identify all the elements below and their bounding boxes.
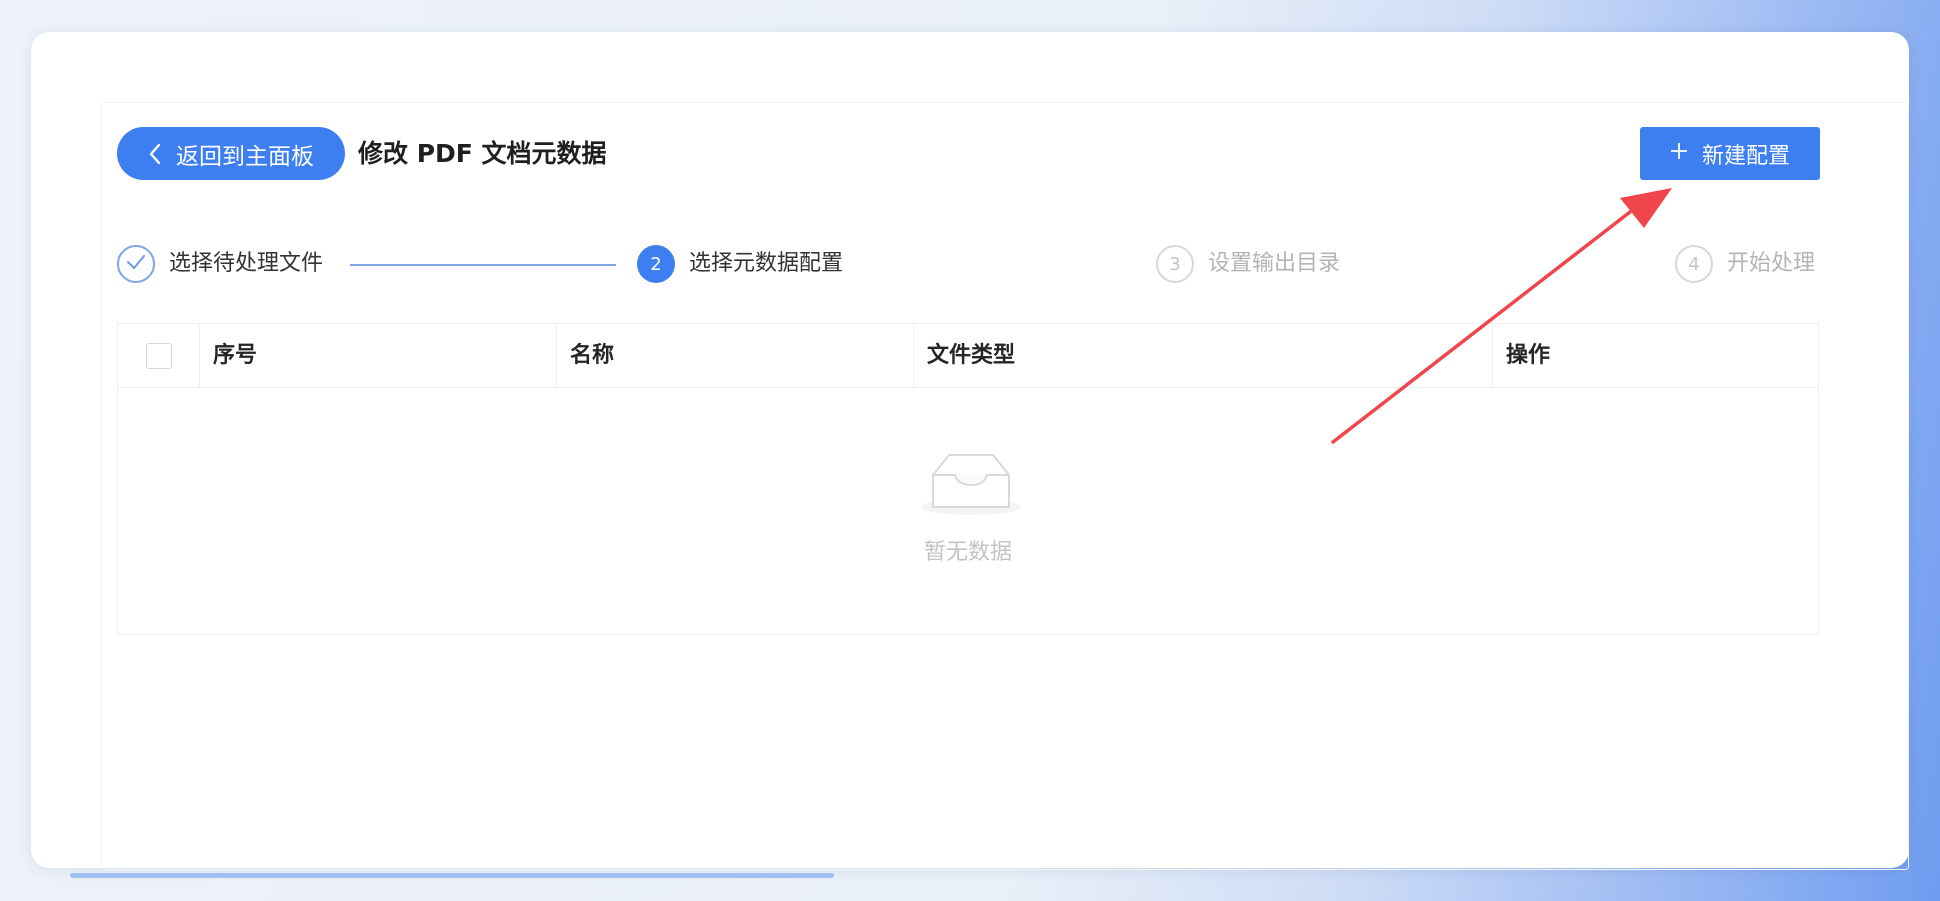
annotation-arrow (1331, 188, 1672, 444)
